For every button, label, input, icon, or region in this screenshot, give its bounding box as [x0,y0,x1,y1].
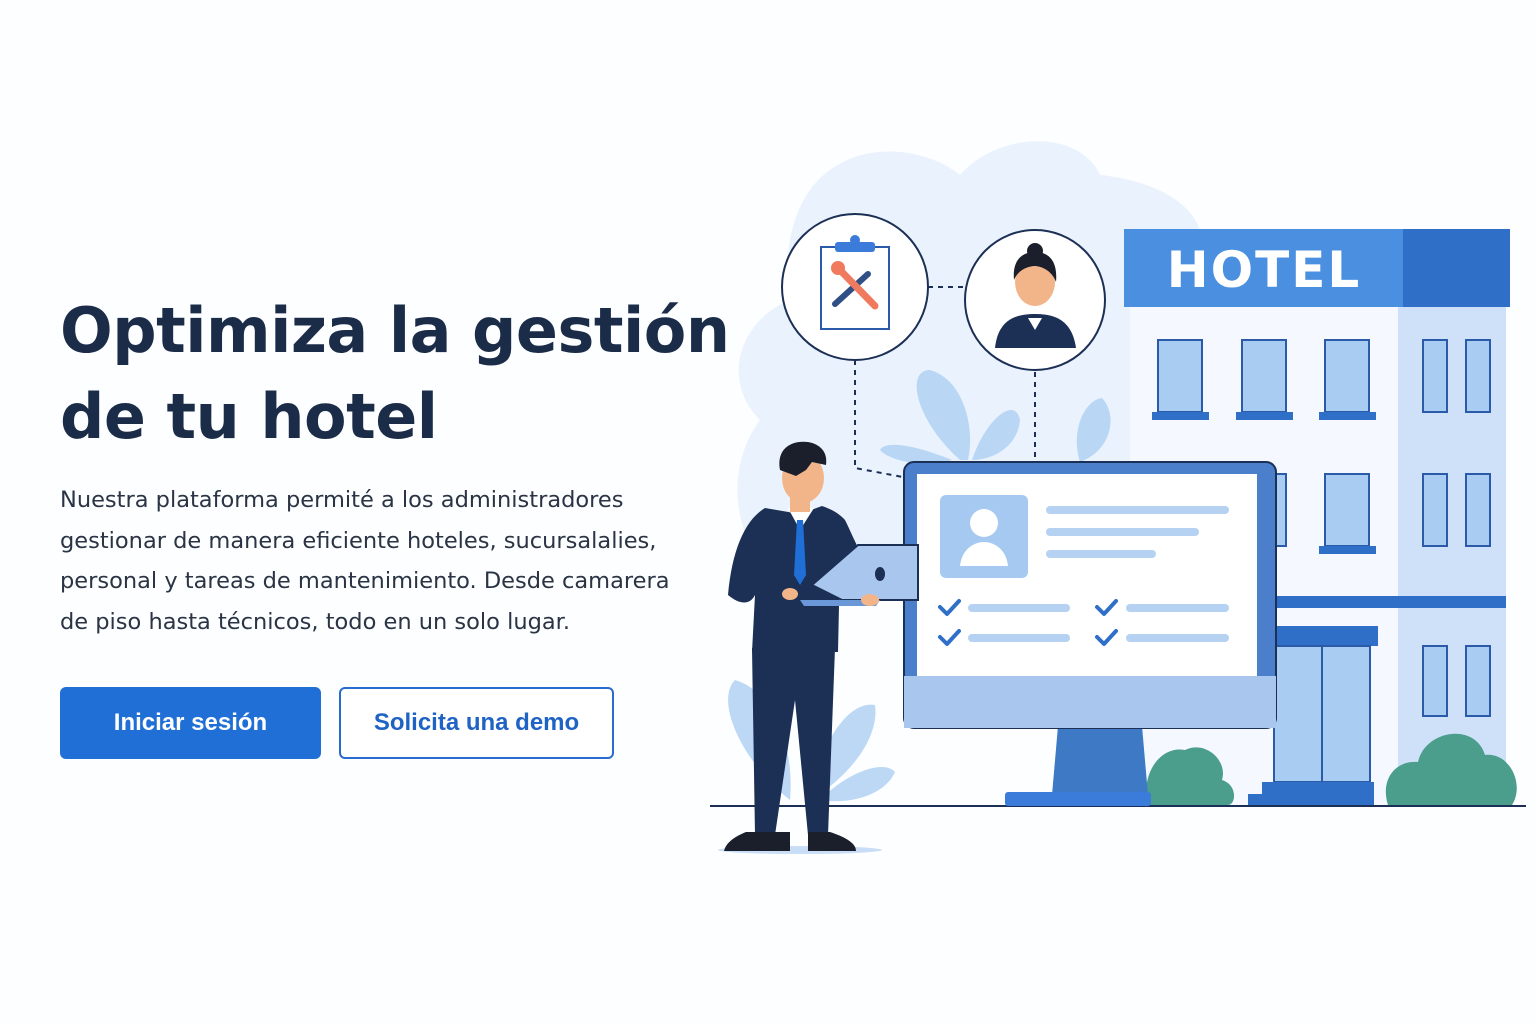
request-demo-button[interactable]: Solicita una demo [339,687,614,759]
hotel-sign-text: HOTEL [1167,241,1361,299]
hero-description-line: Nuestra plataforma permité a los adminis… [60,487,624,513]
hero-description-line: de piso hasta técnicos, todo en un solo … [60,608,570,635]
maintenance-clipboard-icon [820,235,890,330]
hero-description-line: personal y tareas de mantenimiento. Desd… [60,568,670,594]
hero-description-line: gestionar de manera eficiente hoteles, s… [60,527,657,554]
login-button[interactable]: Iniciar sesión [60,687,321,759]
hero-title-line: de tu hotel [60,380,438,453]
hero-description: Nuestra plataforma permité a los adminis… [60,480,700,642]
hero-title-line: Optimiza la gestión [60,294,730,367]
hotel-management-illustration: HOTEL [710,141,1526,854]
hero-title: Optimiza la gestión de tu hotel [60,288,730,460]
